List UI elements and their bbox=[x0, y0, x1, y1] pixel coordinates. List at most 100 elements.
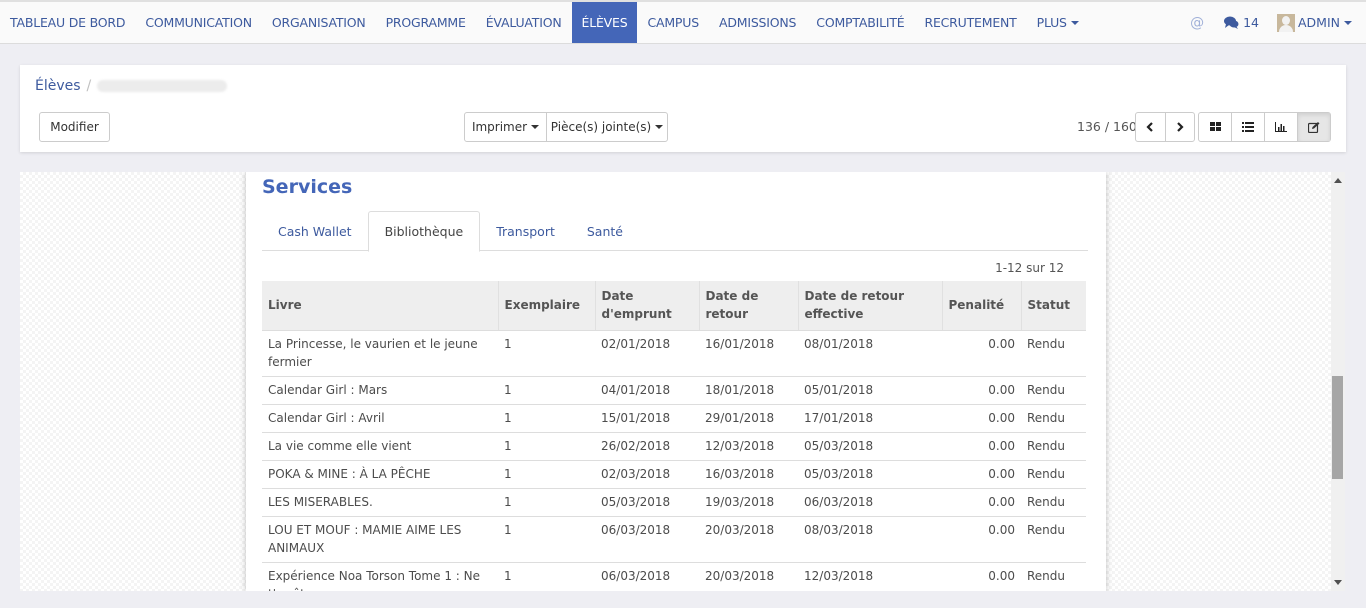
cell-penalite: 0.00 bbox=[942, 404, 1021, 433]
cell-date-emprunt: 02/01/2018 bbox=[595, 330, 699, 377]
cell-statut: Rendu bbox=[1021, 562, 1086, 591]
menu-item-campus[interactable]: CAMPUS bbox=[637, 2, 709, 43]
cell-statut: Rendu bbox=[1021, 488, 1086, 517]
column-header-date-emprunt[interactable]: Date d'emprunt bbox=[594, 281, 699, 331]
cell-penalite: 0.00 bbox=[942, 488, 1021, 517]
cell-exemplaire: 1 bbox=[498, 432, 595, 461]
previous-button[interactable] bbox=[1136, 113, 1165, 141]
menu-item-eleves[interactable]: ÉLÈVES bbox=[571, 2, 638, 43]
scroll-thumb[interactable] bbox=[1332, 376, 1343, 479]
view-switcher bbox=[1198, 112, 1331, 142]
attachments-label: Pièce(s) jointe(s) bbox=[550, 120, 652, 134]
at-mention-icon[interactable]: @ bbox=[1190, 15, 1204, 31]
table-row[interactable]: LES MISERABLES. 1 05/03/2018 19/03/2018 06/0… bbox=[262, 488, 1086, 517]
column-header-date-retour-effective[interactable]: Date de retour effective bbox=[797, 281, 942, 331]
menu-item-plus[interactable]: PLUS bbox=[1027, 2, 1089, 43]
print-label: Imprimer bbox=[471, 120, 528, 134]
column-header-livre[interactable]: Livre bbox=[262, 281, 498, 331]
table-header-row: Livre Exemplaire Date d'emprunt Date de … bbox=[262, 281, 1086, 331]
record-count: 1-12 sur 12 bbox=[995, 261, 1064, 275]
cell-statut: Rendu bbox=[1021, 330, 1086, 377]
th-large-icon bbox=[1209, 122, 1221, 131]
table-row[interactable]: POKA & MINE : À LA PÊCHE 1 02/03/2018 16/03… bbox=[262, 460, 1086, 489]
menu-item-admissions[interactable]: ADMISSIONS bbox=[709, 2, 806, 43]
cell-penalite: 0.00 bbox=[942, 460, 1021, 489]
cell-date-emprunt: 05/03/2018 bbox=[595, 488, 699, 517]
cell-penalite: 0.00 bbox=[942, 516, 1021, 563]
bar-chart-icon bbox=[1275, 122, 1287, 132]
cell-livre: La Princesse, le vaurien et le jeune fer… bbox=[262, 330, 498, 377]
table-row[interactable]: Calendar Girl : Avril 1 15/01/2018 29/01/20… bbox=[262, 404, 1086, 433]
menu-item-programme[interactable]: PROGRAMME bbox=[376, 2, 476, 43]
tab-bibliotheque[interactable]: Bibliothèque bbox=[367, 211, 481, 252]
tab-sante[interactable]: Santé bbox=[571, 211, 639, 251]
list-view-button[interactable] bbox=[1231, 113, 1264, 141]
cell-date-retour: 29/01/2018 bbox=[699, 404, 798, 433]
scroll-up-arrow-icon[interactable] bbox=[1334, 178, 1342, 183]
menu-item-evaluation[interactable]: ÉVALUATION bbox=[476, 2, 572, 43]
table-row[interactable]: Expérience Noa Torson Tome 1 : Ne t'arrê… bbox=[262, 562, 1086, 591]
cell-livre: La vie comme elle vient bbox=[262, 432, 498, 461]
next-button[interactable] bbox=[1164, 113, 1194, 141]
section-title: Services bbox=[262, 176, 353, 198]
menu-item-organisation[interactable]: ORGANISATION bbox=[262, 2, 376, 43]
breadcrumb-current-record bbox=[97, 80, 228, 92]
menu-item-comptabilite[interactable]: COMPTABILITÉ bbox=[806, 2, 914, 43]
cell-date-retour-effective: 06/03/2018 bbox=[798, 488, 942, 517]
cell-livre: Calendar Girl : Avril bbox=[262, 404, 498, 433]
table-row[interactable]: La Princesse, le vaurien et le jeune fer… bbox=[262, 330, 1086, 377]
form-view-button[interactable] bbox=[1297, 113, 1330, 141]
caret-down-icon bbox=[531, 125, 540, 129]
form-content-area: Services Cash Wallet Bibliothèque Transp… bbox=[20, 172, 1332, 591]
kanban-view-button[interactable] bbox=[1199, 113, 1231, 141]
breadcrumb-eleves[interactable]: Élèves bbox=[35, 78, 81, 94]
cell-exemplaire: 1 bbox=[498, 516, 595, 563]
user-menu[interactable]: ADMIN bbox=[1277, 13, 1352, 32]
table-row[interactable]: Calendar Girl : Mars 1 04/01/2018 18/01/201… bbox=[262, 376, 1086, 405]
menu-item-recrutement[interactable]: RECRUTEMENT bbox=[914, 2, 1026, 43]
print-dropdown[interactable]: Imprimer bbox=[465, 113, 546, 141]
cell-livre: LES MISERABLES. bbox=[262, 488, 498, 517]
column-header-statut[interactable]: Statut bbox=[1020, 281, 1086, 331]
cell-date-retour: 16/03/2018 bbox=[699, 460, 798, 489]
control-panel: Élèves / Modifier Imprimer Pièce(s) join… bbox=[20, 65, 1346, 152]
cell-exemplaire: 1 bbox=[498, 404, 595, 433]
cell-date-retour-effective: 08/01/2018 bbox=[798, 330, 942, 377]
breadcrumb: Élèves / bbox=[35, 78, 228, 94]
table-row[interactable]: La vie comme elle vient 1 26/02/2018 12/03/… bbox=[262, 432, 1086, 461]
cell-date-retour-effective: 05/03/2018 bbox=[798, 432, 942, 461]
messages-button[interactable]: 14 bbox=[1224, 15, 1259, 30]
chevron-right-icon bbox=[1177, 122, 1184, 132]
tab-transport[interactable]: Transport bbox=[480, 211, 571, 251]
vertical-scrollbar[interactable] bbox=[1331, 172, 1345, 591]
avatar bbox=[1277, 13, 1295, 32]
menu-item-tableau-de-bord[interactable]: TABLEAU DE BORD bbox=[0, 2, 135, 43]
cell-date-retour: 18/01/2018 bbox=[699, 376, 798, 405]
cell-penalite: 0.00 bbox=[942, 432, 1021, 461]
cell-date-retour: 16/01/2018 bbox=[699, 330, 798, 377]
modifier-button[interactable]: Modifier bbox=[39, 112, 110, 142]
cell-exemplaire: 1 bbox=[498, 376, 595, 405]
cell-date-emprunt: 04/01/2018 bbox=[595, 376, 699, 405]
column-header-date-retour[interactable]: Date de retour bbox=[698, 281, 798, 331]
list-icon bbox=[1242, 122, 1254, 132]
caret-down-icon bbox=[655, 125, 664, 129]
menu-item-communication[interactable]: COMMUNICATION bbox=[135, 2, 262, 43]
cell-exemplaire: 1 bbox=[498, 330, 595, 377]
cell-livre: Expérience Noa Torson Tome 1 : Ne t'arrê… bbox=[262, 562, 498, 591]
cell-date-retour: 19/03/2018 bbox=[699, 488, 798, 517]
scroll-down-arrow-icon[interactable] bbox=[1334, 580, 1342, 585]
comments-icon bbox=[1224, 16, 1239, 29]
tab-cash-wallet[interactable]: Cash Wallet bbox=[262, 211, 368, 251]
cell-date-retour: 20/03/2018 bbox=[699, 562, 798, 591]
cell-date-retour-effective: 05/03/2018 bbox=[798, 460, 942, 489]
column-header-exemplaire[interactable]: Exemplaire bbox=[497, 281, 595, 331]
column-header-penalite[interactable]: Penalité bbox=[941, 281, 1021, 331]
caret-down-icon bbox=[1070, 20, 1079, 25]
attachments-dropdown[interactable]: Pièce(s) jointe(s) bbox=[546, 113, 667, 141]
graph-view-button[interactable] bbox=[1264, 113, 1297, 141]
cell-statut: Rendu bbox=[1021, 432, 1086, 461]
table-row[interactable]: LOU ET MOUF : MAMIE AIME LES ANIMAUX 1 06/… bbox=[262, 516, 1086, 563]
cell-statut: Rendu bbox=[1021, 404, 1086, 433]
top-navbar: TABLEAU DE BORD COMMUNICATION ORGANISATI… bbox=[0, 0, 1366, 44]
